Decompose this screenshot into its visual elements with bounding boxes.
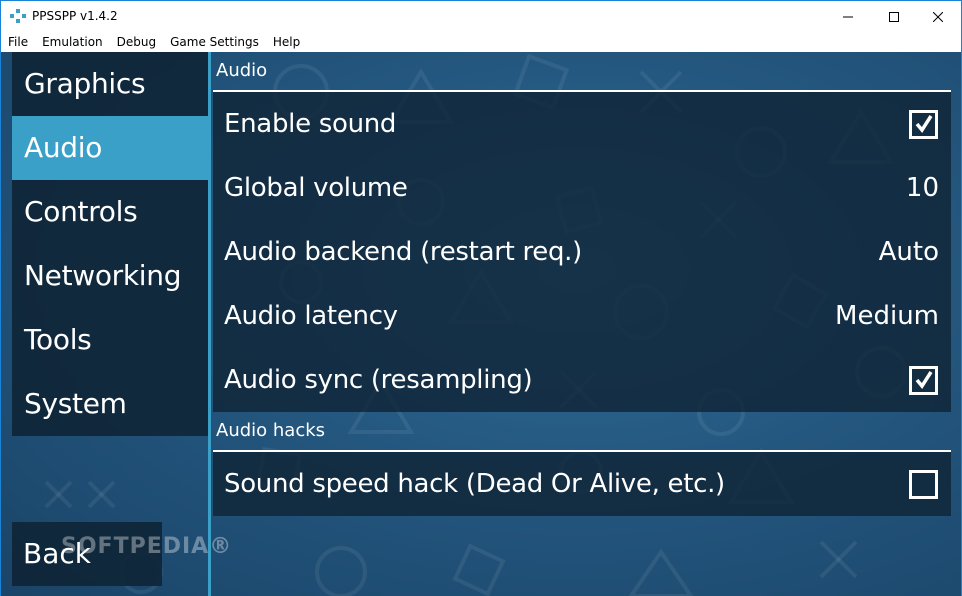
setting-label: Audio latency <box>224 301 398 331</box>
maximize-button[interactable] <box>871 1 917 32</box>
setting-audio-backend[interactable]: Audio backend (restart req.) Auto <box>213 220 951 284</box>
menu-game-settings[interactable]: Game Settings <box>163 32 266 52</box>
section-header-audio: Audio <box>213 52 951 92</box>
menu-debug[interactable]: Debug <box>110 32 163 52</box>
sidebar-divider <box>208 52 211 596</box>
sidebar-item-audio[interactable]: Audio <box>12 116 208 180</box>
close-icon <box>933 11 943 22</box>
setting-audio-sync[interactable]: Audio sync (resampling) <box>213 348 951 412</box>
enable-sound-checkbox[interactable] <box>909 110 938 139</box>
settings-screen: Graphics Audio Controls Networking Tools… <box>1 52 961 596</box>
minimize-button[interactable] <box>825 1 871 32</box>
watermark: SOFTPEDIA® <box>61 534 233 559</box>
setting-label: Audio sync (resampling) <box>224 365 533 395</box>
close-button[interactable] <box>915 1 961 32</box>
sidebar-item-tools[interactable]: Tools <box>12 308 208 372</box>
section-header-audio-hacks: Audio hacks <box>213 412 951 452</box>
title-bar[interactable]: PPSSPP v1.4.2 <box>1 1 961 32</box>
sidebar-item-controls[interactable]: Controls <box>12 180 208 244</box>
setting-enable-sound[interactable]: Enable sound <box>213 92 951 156</box>
setting-value: Medium <box>835 301 939 331</box>
ppsspp-logo-icon <box>10 9 26 23</box>
setting-label: Enable sound <box>224 109 397 139</box>
menu-bar: File Emulation Debug Game Settings Help <box>1 32 961 52</box>
settings-sidebar: Graphics Audio Controls Networking Tools… <box>12 52 208 436</box>
sidebar-item-networking[interactable]: Networking <box>12 244 208 308</box>
menu-emulation[interactable]: Emulation <box>35 32 110 52</box>
setting-sound-speed-hack[interactable]: Sound speed hack (Dead Or Alive, etc.) <box>213 452 951 516</box>
maximize-icon <box>889 11 899 22</box>
setting-audio-latency[interactable]: Audio latency Medium <box>213 284 951 348</box>
checkmark-icon <box>915 115 933 133</box>
app-window: PPSSPP v1.4.2 File Emulation Debug Game … <box>0 0 962 596</box>
setting-value: Auto <box>878 237 939 267</box>
audio-sync-checkbox[interactable] <box>909 366 938 395</box>
sidebar-item-system[interactable]: System <box>12 372 208 436</box>
menu-help[interactable]: Help <box>266 32 307 52</box>
setting-global-volume[interactable]: Global volume 10 <box>213 156 951 220</box>
menu-file[interactable]: File <box>1 32 35 52</box>
setting-value: 10 <box>905 173 939 203</box>
sound-speed-hack-checkbox[interactable] <box>909 470 938 499</box>
checkmark-icon <box>915 371 933 389</box>
window-title: PPSSPP v1.4.2 <box>32 9 118 23</box>
setting-label: Global volume <box>224 173 408 203</box>
setting-label: Audio backend (restart req.) <box>224 237 582 267</box>
sidebar-item-graphics[interactable]: Graphics <box>12 52 208 116</box>
setting-label: Sound speed hack (Dead Or Alive, etc.) <box>224 469 725 499</box>
minimize-icon <box>843 16 853 17</box>
